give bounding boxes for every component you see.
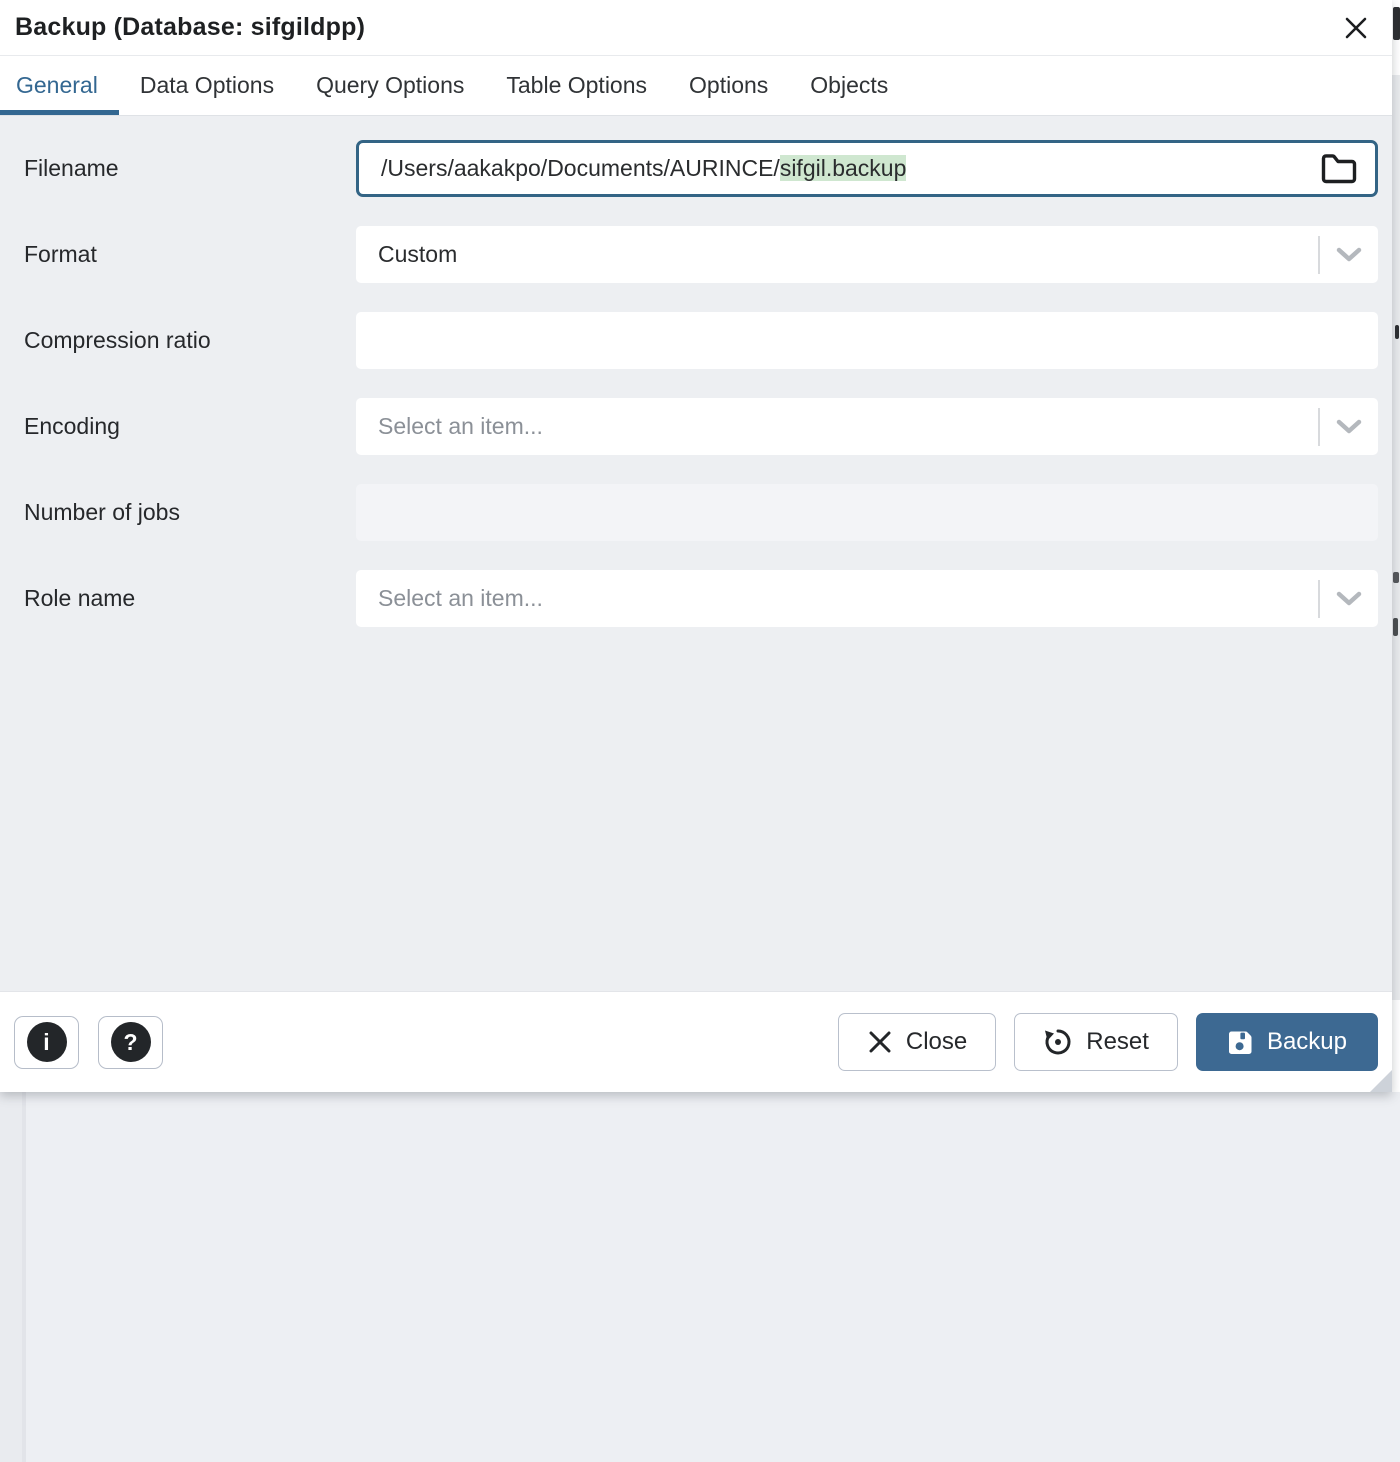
save-icon <box>1227 1029 1254 1056</box>
background-fragment <box>1392 1000 1400 1092</box>
number-of-jobs-label: Number of jobs <box>24 499 356 526</box>
tab-general[interactable]: General <box>0 56 119 115</box>
encoding-placeholder: Select an item... <box>378 413 543 440</box>
screen: Backup (Database: sifgildpp) General Dat… <box>0 0 1400 1462</box>
dialog-titlebar: Backup (Database: sifgildpp) <box>0 0 1392 56</box>
tab-options[interactable]: Options <box>668 56 789 115</box>
body-filler <box>0 656 1392 991</box>
chevron-down-icon[interactable] <box>1320 591 1378 607</box>
dialog-body: Filename /Users/aakakpo/Documents/AURINC… <box>0 116 1392 991</box>
backup-dialog: Backup (Database: sifgildpp) General Dat… <box>0 0 1392 1092</box>
tab-objects[interactable]: Objects <box>789 56 909 115</box>
reset-button[interactable]: Reset <box>1014 1013 1178 1071</box>
tab-query-options[interactable]: Query Options <box>295 56 485 115</box>
background-workspace <box>0 1092 1400 1462</box>
background-left-strip <box>0 1092 22 1462</box>
background-fragment <box>1393 618 1398 636</box>
role-name-label: Role name <box>24 585 356 612</box>
reset-icon <box>1043 1027 1073 1057</box>
help-button[interactable]: ? <box>98 1016 163 1069</box>
compression-ratio-input[interactable] <box>356 312 1378 369</box>
background-fragment <box>1395 325 1399 339</box>
backup-button[interactable]: Backup <box>1196 1013 1378 1071</box>
folder-icon <box>1320 153 1358 185</box>
chevron-down-icon[interactable] <box>1320 419 1378 435</box>
role-name-select[interactable]: Select an item... <box>356 570 1378 627</box>
role-name-row: Role name Select an item... <box>0 570 1392 627</box>
encoding-select[interactable]: Select an item... <box>356 398 1378 455</box>
filename-label: Filename <box>24 155 356 182</box>
background-divider-line <box>22 1092 26 1462</box>
dialog-tabbar: General Data Options Query Options Table… <box>0 56 1392 116</box>
tab-data-options[interactable]: Data Options <box>119 56 295 115</box>
chevron-down-icon[interactable] <box>1320 247 1378 263</box>
close-button[interactable]: Close <box>838 1013 996 1071</box>
tab-table-options[interactable]: Table Options <box>485 56 668 115</box>
help-icon: ? <box>111 1022 151 1062</box>
compression-ratio-label: Compression ratio <box>24 327 356 354</box>
encoding-row: Encoding Select an item... <box>0 398 1392 455</box>
reset-button-label: Reset <box>1086 1028 1149 1056</box>
compression-ratio-row: Compression ratio <box>0 312 1392 369</box>
close-button-label: Close <box>906 1028 967 1056</box>
filename-row: Filename /Users/aakakpo/Documents/AURINC… <box>0 140 1392 197</box>
filename-input[interactable]: /Users/aakakpo/Documents/AURINCE/sifgil.… <box>356 140 1378 197</box>
format-label: Format <box>24 241 356 268</box>
background-right-sliver <box>1392 0 1400 1092</box>
format-select[interactable]: Custom <box>356 226 1378 283</box>
close-dialog-icon[interactable] <box>1338 10 1374 46</box>
filename-path-text: /Users/aakakpo/Documents/AURINCE/sifgil.… <box>381 155 906 182</box>
role-name-placeholder: Select an item... <box>378 585 543 612</box>
format-value: Custom <box>378 241 457 268</box>
resize-handle[interactable] <box>1370 1070 1392 1092</box>
dialog-title: Backup (Database: sifgildpp) <box>15 13 365 42</box>
backup-button-label: Backup <box>1267 1028 1347 1056</box>
info-icon: i <box>27 1022 67 1062</box>
close-icon <box>867 1029 893 1055</box>
filename-selected-text: sifgil.backup <box>780 155 907 181</box>
background-fragment <box>1393 572 1399 583</box>
number-of-jobs-row: Number of jobs <box>0 484 1392 541</box>
sql-info-button[interactable]: i <box>14 1016 79 1069</box>
format-row: Format Custom <box>0 226 1392 283</box>
number-of-jobs-input[interactable] <box>356 484 1378 541</box>
background-fragment <box>1393 7 1400 40</box>
dialog-footer: i ? Close Reset <box>0 991 1392 1092</box>
browse-folder-button[interactable] <box>1317 147 1361 191</box>
close-icon <box>1341 13 1371 43</box>
encoding-label: Encoding <box>24 413 356 440</box>
